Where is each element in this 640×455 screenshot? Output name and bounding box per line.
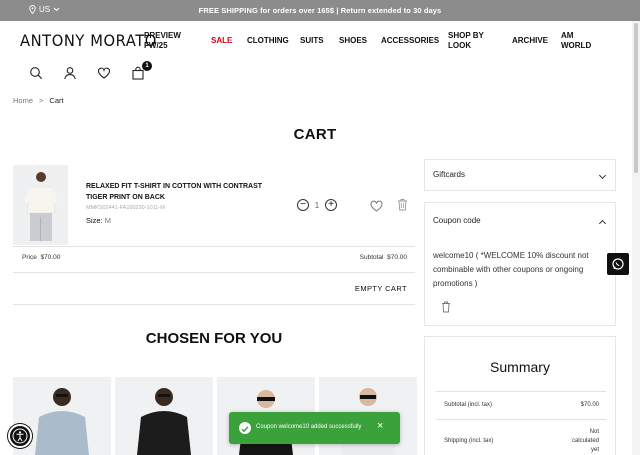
whatsapp-chat-button[interactable] xyxy=(607,253,629,275)
scrollbar-thumb[interactable] xyxy=(634,23,638,173)
coupon-code-title[interactable]: Coupon code xyxy=(433,216,481,225)
toast-message: Coupon welcome10 added successfully xyxy=(256,424,362,430)
divider xyxy=(13,246,415,247)
product-code: MMKS02441-FA100250-1011-M xyxy=(86,205,165,211)
giftcards-title: Giftcards xyxy=(433,170,466,179)
size-value: M xyxy=(104,216,112,225)
divider xyxy=(436,391,606,392)
summary-subtotal-row: Subtotal (incl. tax) $70.00 xyxy=(444,402,599,408)
chevron-down-icon[interactable] xyxy=(598,171,607,180)
chevron-up-icon[interactable] xyxy=(598,219,607,228)
bag-icon[interactable]: 1 xyxy=(131,61,152,80)
quantity-stepper: − 1 + xyxy=(297,199,337,211)
heart-icon[interactable] xyxy=(370,199,383,217)
nav-item-clothing[interactable]: CLOTHING xyxy=(247,36,289,46)
close-icon[interactable]: × xyxy=(377,420,383,432)
subtotal-value: $70.00 xyxy=(387,254,407,261)
page-title: CART xyxy=(293,126,337,143)
nav-item-accessories[interactable]: ACCESSORIES xyxy=(381,36,439,46)
price-label: Price xyxy=(22,254,37,261)
whatsapp-icon xyxy=(612,258,624,270)
product-name[interactable]: RELAXED FIT T-SHIRT IN COTTON WITH CONTR… xyxy=(86,181,276,203)
nav-item-preview[interactable]: PREVIEW FW/25 xyxy=(144,31,184,51)
user-icon[interactable] xyxy=(63,66,77,80)
divider xyxy=(13,272,415,273)
summary-subtotal-value: $70.00 xyxy=(580,402,599,408)
breadcrumb-separator: > xyxy=(39,96,44,105)
success-toast: Coupon welcome10 added successfully × xyxy=(229,412,400,444)
search-icon[interactable] xyxy=(29,66,43,80)
check-icon xyxy=(239,422,251,434)
breadcrumb-home[interactable]: Home xyxy=(13,96,33,105)
nav-item-shop-by-look[interactable]: SHOP BY LOOK xyxy=(448,31,492,51)
shipping-value-line: calculated xyxy=(571,438,599,444)
promo-text: FREE SHIPPING for orders over 165$ | Ret… xyxy=(198,6,442,15)
divider xyxy=(436,419,606,420)
brand-logo[interactable]: ANTONY MORATO xyxy=(20,31,157,50)
divider xyxy=(13,304,415,305)
nav-item-archive[interactable]: ARCHIVE xyxy=(512,36,548,46)
quantity-value[interactable]: 1 xyxy=(313,201,321,210)
product-size: Size: M xyxy=(86,216,111,225)
heart-icon[interactable] xyxy=(97,66,111,80)
trash-icon[interactable] xyxy=(397,198,408,216)
shipping-value-line: Not xyxy=(589,429,599,435)
breadcrumb-current: Cart xyxy=(49,96,64,105)
summary-subtotal-label: Subtotal (incl. tax) xyxy=(444,402,493,408)
nav-item-sale[interactable]: SALE xyxy=(211,36,232,46)
shipping-value-line: yet xyxy=(590,447,599,453)
product-image[interactable] xyxy=(13,165,68,245)
nav-item-am-world[interactable]: AM WORLD xyxy=(561,31,597,51)
empty-cart-button[interactable]: EMPTY CART xyxy=(355,284,407,293)
accessibility-icon xyxy=(12,428,28,444)
price-value: $70.00 xyxy=(40,254,61,261)
subtotal-label: Subtotal xyxy=(359,254,384,261)
giftcards-panel[interactable]: Giftcards xyxy=(424,159,616,191)
nav-item-shoes[interactable]: SHOES xyxy=(339,36,367,46)
summary-shipping-value: Not calculated yet xyxy=(444,428,599,455)
trash-icon[interactable] xyxy=(441,300,451,318)
minus-icon[interactable]: − xyxy=(297,199,309,211)
nav-item-suits[interactable]: SUITS xyxy=(300,36,324,46)
header-icons: 1 xyxy=(29,61,152,80)
price-row: Price $70.00 xyxy=(22,254,60,261)
accessibility-button[interactable] xyxy=(8,424,32,448)
size-label: Size: xyxy=(86,216,103,225)
breadcrumb: Home > Cart xyxy=(13,96,64,105)
recommended-product-image[interactable] xyxy=(115,377,213,455)
top-announcement-bar: US FREE SHIPPING for orders over 165$ | … xyxy=(0,0,640,21)
cart-count-badge: 1 xyxy=(142,61,152,71)
applied-coupon-text: welcome10 ( *WELCOME 10% discount not co… xyxy=(433,251,589,288)
subtotal-row: Subtotal $70.00 xyxy=(360,254,407,261)
plus-icon[interactable]: + xyxy=(325,199,337,211)
chosen-for-you-heading: CHOSEN FOR YOU xyxy=(145,330,283,347)
scrollbar[interactable] xyxy=(632,21,640,455)
summary-title: Summary xyxy=(490,359,550,375)
coupon-code-panel: Coupon code welcome10 ( *WELCOME 10% dis… xyxy=(424,202,616,326)
